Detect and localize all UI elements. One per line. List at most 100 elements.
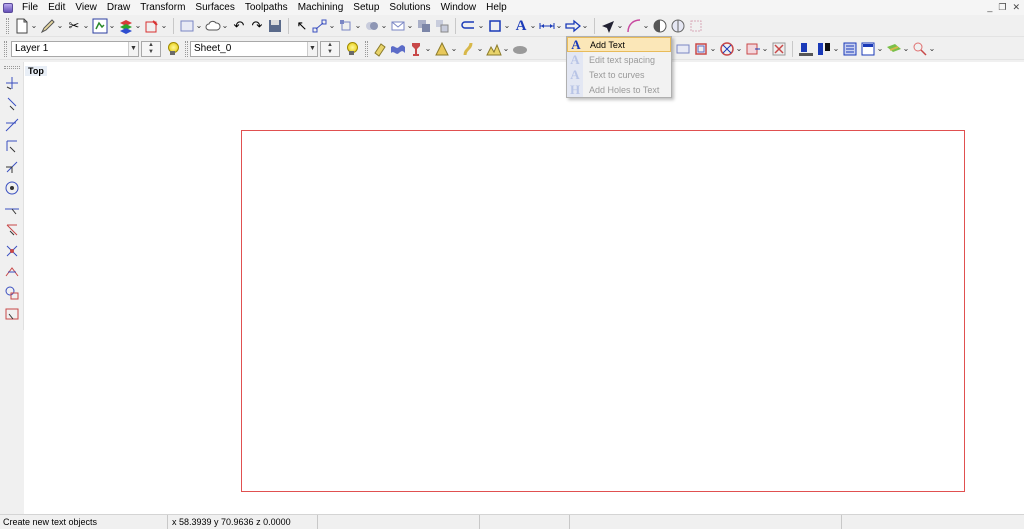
pocket-button[interactable]: ⌄: [744, 40, 770, 58]
pyramid-button[interactable]: ⌄: [433, 40, 459, 58]
menu-help[interactable]: Help: [481, 0, 512, 15]
add-holes-to-text-menu-item[interactable]: H Add Holes to Text: [567, 82, 671, 97]
app-icon[interactable]: [3, 2, 13, 13]
chevron-down-icon[interactable]: ⌄: [502, 44, 510, 53]
spin-up-icon[interactable]: ▲: [142, 42, 160, 49]
turn-button[interactable]: ⌄: [407, 40, 433, 58]
chevron-down-icon[interactable]: ⌄: [56, 21, 64, 30]
menu-edit[interactable]: Edit: [43, 0, 70, 15]
layer-spinner[interactable]: ▲ ▼: [141, 40, 161, 57]
mail-button[interactable]: ⌄: [389, 17, 415, 35]
scissors-button[interactable]: ✂ ⌄: [65, 17, 91, 35]
transform-button[interactable]: ⌄: [337, 17, 363, 35]
save-button[interactable]: [266, 17, 284, 35]
add-text-menu-item[interactable]: A Add Text: [567, 37, 671, 52]
chevron-down-icon[interactable]: ⌄: [450, 44, 458, 53]
toolbar-grip[interactable]: [185, 40, 188, 57]
dome-button[interactable]: [511, 40, 529, 58]
toolbar-grip[interactable]: [4, 40, 7, 57]
redo-button[interactable]: ↷: [248, 17, 266, 35]
sweep-button[interactable]: ⌄: [459, 40, 485, 58]
drill-button[interactable]: ⌄: [718, 40, 744, 58]
chevron-down-icon[interactable]: ⌄: [616, 21, 624, 30]
chevron-down-icon[interactable]: ⌄: [354, 21, 362, 30]
boolean-button[interactable]: ⌄: [363, 17, 389, 35]
undo-button[interactable]: ↶: [230, 17, 248, 35]
snap-tool-11-button[interactable]: [3, 284, 21, 302]
simulate-button[interactable]: [841, 40, 859, 58]
snap-tool-5-button[interactable]: [3, 158, 21, 176]
chevron-down-icon[interactable]: ⌄: [30, 21, 38, 30]
menu-file[interactable]: File: [17, 0, 43, 15]
chevron-down-icon[interactable]: ⌄: [406, 21, 414, 30]
spin-down-icon[interactable]: ▼: [321, 49, 339, 56]
snap-tool-4-button[interactable]: [3, 137, 21, 155]
wave-button[interactable]: [389, 40, 407, 58]
chevron-down-icon[interactable]: ⌄: [928, 44, 936, 53]
chevron-down-icon[interactable]: ⌄: [82, 21, 90, 30]
snap-tool-2-button[interactable]: [3, 95, 21, 113]
toolbar-grip[interactable]: [6, 17, 9, 34]
dimension-button[interactable]: ⌄: [538, 17, 564, 35]
chevron-down-icon[interactable]: ⌄: [221, 21, 229, 30]
sheet-select[interactable]: Sheet_0 ▼: [190, 40, 318, 57]
machine-setup-button[interactable]: [797, 40, 815, 58]
snap-tool-12-button[interactable]: [3, 305, 21, 323]
menu-machining[interactable]: Machining: [293, 0, 349, 15]
chevron-down-icon[interactable]: ⌄: [555, 21, 563, 30]
chevron-down-icon[interactable]: ⌄: [876, 44, 884, 53]
cloud-button[interactable]: ⌄: [204, 17, 230, 35]
mountains-button[interactable]: ⌄: [485, 40, 511, 58]
select-image-button[interactable]: ⌄: [91, 17, 117, 35]
spin-up-icon[interactable]: ▲: [321, 42, 339, 49]
tool-database-button[interactable]: ⌄: [815, 40, 841, 58]
arrow-shape-button[interactable]: ⌄: [564, 17, 590, 35]
menu-solutions[interactable]: Solutions: [384, 0, 435, 15]
chevron-down-icon[interactable]: ⌄: [195, 21, 203, 30]
layers-button[interactable]: ⌄: [117, 17, 143, 35]
chevron-down-icon[interactable]: ⌄: [902, 44, 910, 53]
select-tool-button[interactable]: ↖: [293, 17, 311, 35]
chevron-down-icon[interactable]: ⌄: [160, 21, 168, 30]
menu-setup[interactable]: Setup: [348, 0, 384, 15]
chevron-down-icon[interactable]: ▼: [128, 41, 138, 56]
chevron-down-icon[interactable]: ⌄: [832, 44, 840, 53]
offset-button[interactable]: ⌄: [460, 17, 486, 35]
edit-text-spacing-menu-item[interactable]: A Edit text spacing: [567, 52, 671, 67]
chevron-down-icon[interactable]: ⌄: [735, 44, 743, 53]
snap-tool-1-button[interactable]: [3, 74, 21, 92]
chevron-down-icon[interactable]: ⌄: [761, 44, 769, 53]
chevron-down-icon[interactable]: ⌄: [503, 21, 511, 30]
snap-tool-3-button[interactable]: [3, 116, 21, 134]
menu-view[interactable]: View: [70, 0, 102, 15]
toolbar-grip[interactable]: [365, 40, 368, 57]
sheet-visibility-bulb-icon[interactable]: [345, 42, 358, 55]
menu-transform[interactable]: Transform: [135, 0, 190, 15]
snap-tool-8-button[interactable]: [3, 221, 21, 239]
chevron-down-icon[interactable]: ⌄: [328, 21, 336, 30]
menu-window[interactable]: Window: [436, 0, 482, 15]
chevron-down-icon[interactable]: ⌄: [134, 21, 142, 30]
toolbar-grip[interactable]: [3, 66, 20, 69]
menu-surfaces[interactable]: Surfaces: [190, 0, 239, 15]
profile-button[interactable]: ⌄: [692, 40, 718, 58]
chevron-down-icon[interactable]: ⌄: [581, 21, 589, 30]
menu-toolpaths[interactable]: Toolpaths: [240, 0, 293, 15]
group-button[interactable]: [415, 17, 433, 35]
sheet-spinner[interactable]: ▲ ▼: [320, 40, 340, 57]
mirror-button[interactable]: [651, 17, 669, 35]
post-button[interactable]: ⌄: [885, 40, 911, 58]
chevron-down-icon[interactable]: ⌄: [424, 44, 432, 53]
chevron-down-icon[interactable]: ⌄: [642, 21, 650, 30]
layer-visibility-bulb-icon[interactable]: [166, 42, 179, 55]
node-edit-button[interactable]: ⌄: [311, 17, 337, 35]
layer-select[interactable]: Layer 1 ▼: [11, 40, 139, 57]
sheet-view-button[interactable]: [674, 40, 692, 58]
chevron-down-icon[interactable]: ⌄: [380, 21, 388, 30]
chevron-down-icon[interactable]: ⌄: [477, 21, 485, 30]
spin-down-icon[interactable]: ▼: [142, 49, 160, 56]
menu-draw[interactable]: Draw: [102, 0, 135, 15]
chevron-down-icon[interactable]: ⌄: [709, 44, 717, 53]
chevron-down-icon[interactable]: ⌄: [108, 21, 116, 30]
weld-button[interactable]: [687, 17, 705, 35]
